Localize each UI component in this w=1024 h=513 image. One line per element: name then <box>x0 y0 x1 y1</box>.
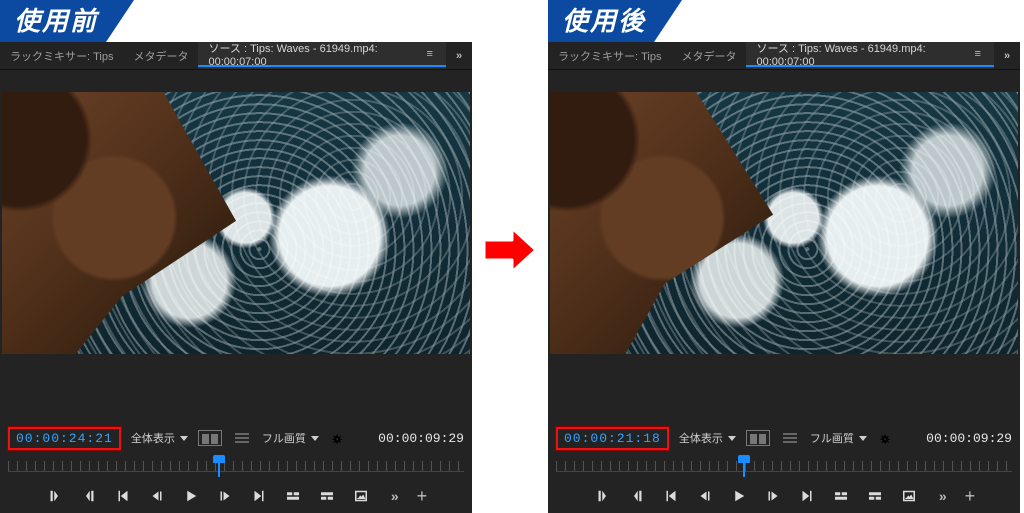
add-button-icon[interactable]: + <box>413 486 428 507</box>
step-forward-button[interactable] <box>215 486 235 506</box>
tab-source-label: ソース : Tips: Waves - 61949.mp4: 00:00:07:… <box>756 42 963 68</box>
export-frame-button[interactable] <box>351 486 371 506</box>
playhead[interactable] <box>743 455 745 477</box>
chevron-down-icon <box>311 436 319 441</box>
transport-overflow-icon[interactable]: » <box>939 488 947 504</box>
quality-dropdown[interactable]: フル画質 <box>810 430 867 446</box>
transport-controls: » + <box>0 479 472 513</box>
label-after: 使用後 <box>548 0 682 42</box>
settings-wrench-icon[interactable] <box>877 431 891 445</box>
tab-bar: ラックミキサー: Tips メタデータ ソース : Tips: Waves - … <box>548 42 1020 70</box>
play-button[interactable] <box>181 486 201 506</box>
overwrite-button[interactable] <box>865 486 885 506</box>
ruler-track <box>556 471 1012 472</box>
ruler-track <box>8 471 464 472</box>
side-by-side-button[interactable] <box>746 430 770 446</box>
video-preview <box>548 70 1020 354</box>
mark-in-button[interactable] <box>45 486 65 506</box>
go-to-out-button[interactable] <box>249 486 269 506</box>
tab-bar: ラックミキサー: Tips メタデータ ソース : Tips: Waves - … <box>0 42 472 70</box>
insert-button[interactable] <box>831 486 851 506</box>
step-forward-button[interactable] <box>763 486 783 506</box>
tab-metadata[interactable]: メタデータ <box>123 42 198 69</box>
zoom-fit-dropdown[interactable]: 全体表示 <box>679 430 736 446</box>
zoom-fit-dropdown[interactable]: 全体表示 <box>131 430 188 446</box>
chevron-down-icon <box>859 436 867 441</box>
tab-metadata[interactable]: メタデータ <box>671 42 746 69</box>
mark-out-button[interactable] <box>79 486 99 506</box>
side-by-side-button[interactable] <box>198 430 222 446</box>
go-to-in-button[interactable] <box>113 486 133 506</box>
playhead[interactable] <box>218 455 220 477</box>
timecode-duration: 00:00:09:29 <box>378 431 464 446</box>
tab-source-active[interactable]: ソース : Tips: Waves - 61949.mp4: 00:00:07:… <box>198 42 446 69</box>
tab-source-label: ソース : Tips: Waves - 61949.mp4: 00:00:07:… <box>208 42 415 68</box>
settings-wrench-icon[interactable] <box>329 431 343 445</box>
control-row-settings: 00:00:24:21 全体表示 フル画質 00:00:09:29 <box>0 423 472 453</box>
ruler-ticks <box>556 461 1012 471</box>
time-ruler[interactable] <box>8 455 464 479</box>
source-monitor-after: ラックミキサー: Tips メタデータ ソース : Tips: Waves - … <box>548 42 1020 513</box>
chevron-down-icon <box>180 436 188 441</box>
mark-out-button[interactable] <box>627 486 647 506</box>
ruler-ticks <box>8 461 464 471</box>
add-button-icon[interactable]: + <box>961 486 976 507</box>
timecode-current[interactable]: 00:00:24:21 <box>8 427 121 450</box>
go-to-in-button[interactable] <box>661 486 681 506</box>
timecode-current[interactable]: 00:00:21:18 <box>556 427 669 450</box>
chevron-down-icon <box>728 436 736 441</box>
drag-handle-icon[interactable] <box>780 431 800 445</box>
tab-source-active[interactable]: ソース : Tips: Waves - 61949.mp4: 00:00:07:… <box>746 42 994 69</box>
go-to-out-button[interactable] <box>797 486 817 506</box>
play-button[interactable] <box>729 486 749 506</box>
source-monitor-before: ラックミキサー: Tips メタデータ ソース : Tips: Waves - … <box>0 42 472 513</box>
transport-controls: » + <box>548 479 1020 513</box>
video-preview <box>0 70 472 354</box>
mark-in-button[interactable] <box>593 486 613 506</box>
step-back-button[interactable] <box>695 486 715 506</box>
transport-overflow-icon[interactable]: » <box>391 488 399 504</box>
time-ruler[interactable] <box>556 455 1012 479</box>
panel-menu-icon[interactable]: ≡ <box>423 48 436 60</box>
tab-track-mixer[interactable]: ラックミキサー: Tips <box>548 42 671 69</box>
step-back-button[interactable] <box>147 486 167 506</box>
label-before: 使用前 <box>0 0 134 42</box>
drag-handle-icon[interactable] <box>232 431 252 445</box>
tab-overflow-icon[interactable]: » <box>994 50 1020 62</box>
export-frame-button[interactable] <box>899 486 919 506</box>
quality-dropdown[interactable]: フル画質 <box>262 430 319 446</box>
control-row-settings: 00:00:21:18 全体表示 フル画質 00:00:09:29 <box>548 423 1020 453</box>
timecode-duration: 00:00:09:29 <box>926 431 1012 446</box>
insert-button[interactable] <box>283 486 303 506</box>
tab-track-mixer[interactable]: ラックミキサー: Tips <box>0 42 123 69</box>
overwrite-button[interactable] <box>317 486 337 506</box>
arrow-icon <box>480 220 540 280</box>
tab-overflow-icon[interactable]: » <box>446 50 472 62</box>
panel-menu-icon[interactable]: ≡ <box>971 48 984 60</box>
